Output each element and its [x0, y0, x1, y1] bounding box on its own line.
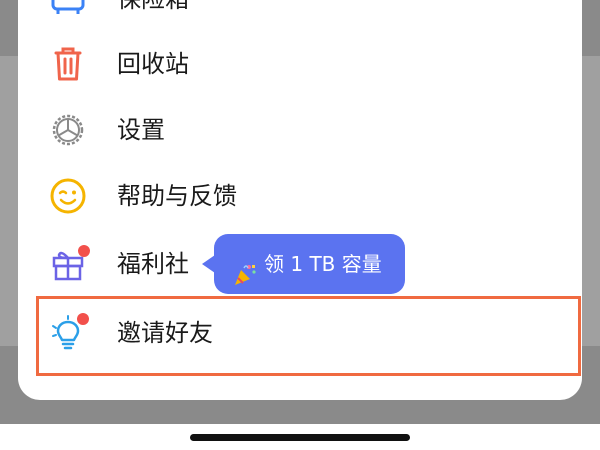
menu-item-label: 帮助与反馈	[117, 182, 237, 210]
menu-item-settings[interactable]: 设置	[18, 97, 582, 163]
menu-item-label: 保险箱	[117, 0, 189, 32]
menu-item-label: 设置	[117, 116, 165, 144]
notification-badge	[78, 245, 90, 257]
wink-face-icon	[48, 176, 88, 216]
menu-item-label: 福利社	[117, 250, 189, 278]
gear-icon	[48, 110, 88, 150]
menu-item-recycle-bin[interactable]: 回收站	[18, 31, 582, 97]
menu-item-label: 回收站	[117, 50, 189, 78]
menu-item-safe-box[interactable]: 保险箱	[18, 0, 582, 32]
party-popper-icon	[232, 251, 258, 285]
tooltip-text: 领 1 TB 容量	[264, 252, 382, 276]
menu-item-help-feedback[interactable]: 帮助与反馈	[18, 163, 582, 229]
home-indicator[interactable]	[190, 434, 410, 441]
promo-tooltip[interactable]: 领 1 TB 容量	[202, 234, 405, 294]
trash-icon	[48, 44, 88, 84]
safe-box-icon	[48, 0, 88, 19]
highlight-frame	[36, 296, 581, 376]
